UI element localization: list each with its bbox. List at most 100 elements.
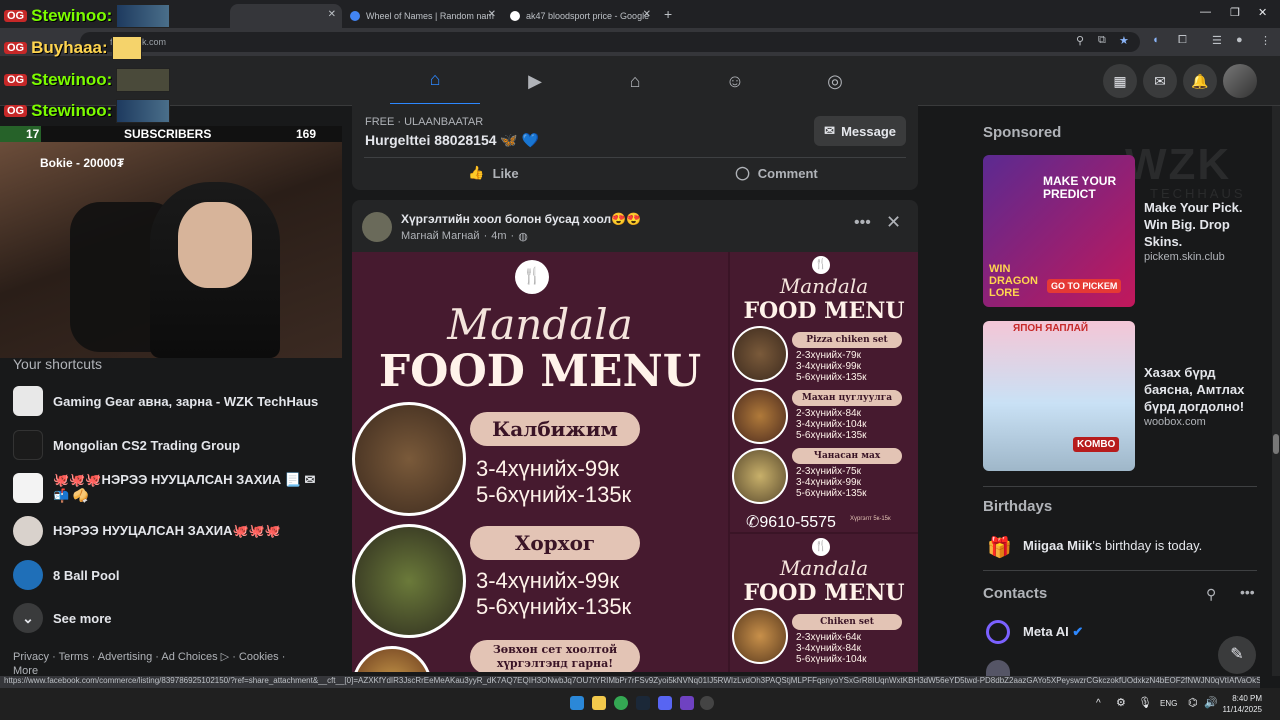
side-price-line: 2-3хүнийх-84к	[796, 408, 861, 419]
side-price-line: 3-4хүнийх-99к	[796, 477, 861, 488]
messenger-icon[interactable]: ✉	[1143, 64, 1177, 98]
like-button[interactable]: 👍 Like	[352, 156, 635, 190]
discord-icon[interactable]	[658, 696, 672, 710]
footer-advertising[interactable]: Advertising	[98, 651, 152, 663]
shortcut-item[interactable]: 8 Ball Pool	[13, 560, 333, 590]
side-price-line: 2-3хүнийх-64к	[796, 632, 861, 643]
gaming-icon[interactable]: ◎	[790, 56, 880, 106]
extensions-puzzle-icon[interactable]: ⧠	[1178, 34, 1187, 47]
more-options-icon[interactable]: •••	[854, 214, 871, 232]
tab-facebook[interactable]: ✕	[230, 4, 342, 28]
footer-privacy[interactable]: Privacy	[13, 651, 49, 663]
post-author[interactable]: Магнай Магнай	[401, 230, 480, 243]
post-time[interactable]: 4m	[491, 230, 506, 243]
tab-label: ak47 bloodsport price - Google	[526, 11, 650, 21]
ad-url[interactable]: woobox.com	[1144, 416, 1206, 428]
app-icon[interactable]	[680, 696, 694, 710]
shortcut-item[interactable]: НЭРЭЭ НУУЦАЛСАН ЗАХИА🐙🐙🐙	[13, 516, 333, 546]
menu-kebab-icon[interactable]: ⋮	[1260, 34, 1271, 47]
minimize-icon[interactable]: —	[1200, 6, 1211, 18]
profile-icon[interactable]: ●	[1236, 34, 1243, 46]
shortcut-item[interactable]: Gaming Gear авна, зарна - WZK TechHaus	[13, 386, 333, 416]
listing-title[interactable]: Hurgelttei 88028154 🦋 💙	[365, 132, 539, 149]
watch-icon[interactable]: ▶	[490, 56, 580, 106]
tab-google-search[interactable]: ak47 bloodsport price - Google ✕	[502, 4, 657, 28]
start-icon[interactable]	[570, 696, 584, 710]
extension-icon[interactable]: ◖	[1152, 34, 1159, 46]
post-title[interactable]: Хүргэлтийн хоол болон бусад хоол😍😍	[401, 212, 641, 226]
zoom-icon[interactable]: ⚲	[1076, 34, 1084, 47]
side-item-prices: 2-3хүнийх-79к 3-4хүнийх-99к 5-6хүнийх-135к	[796, 350, 867, 383]
close-tab-icon[interactable]: ✕	[328, 9, 336, 20]
close-tab-icon[interactable]: ✕	[643, 9, 651, 20]
account-avatar[interactable]	[1223, 64, 1257, 98]
restore-icon[interactable]: ❐	[1230, 6, 1240, 19]
close-tab-icon[interactable]: ✕	[488, 9, 496, 20]
chat-emote-image	[116, 4, 171, 28]
footer-terms[interactable]: Terms	[59, 651, 89, 663]
shortcut-label: Gaming Gear авна, зарна - WZK TechHaus	[53, 393, 319, 409]
language-indicator[interactable]: ENG	[1160, 699, 1177, 708]
chrome-icon[interactable]	[614, 696, 628, 710]
shortcut-label: 8 Ball Pool	[53, 567, 120, 583]
media-icon[interactable]: ☰	[1212, 34, 1222, 47]
search-contacts-icon[interactable]: ⚲	[1206, 586, 1216, 603]
shortcut-item[interactable]: 🐙🐙🐙НЭРЭЭ НУУЦАЛСАН ЗАХИА 📃 ✉ 📬 🥠	[13, 472, 333, 504]
new-message-compose-icon[interactable]: ✎	[1218, 636, 1256, 674]
ad-image-woobox[interactable]: ЯПОН ЯАПЛАЙ KOMBO	[983, 321, 1135, 471]
tray-app-icon[interactable]: ⚙	[1116, 696, 1126, 709]
network-icon[interactable]: ⌬	[1188, 696, 1198, 709]
side-item-name: Махан цуглуулга	[792, 390, 902, 406]
ad-headline[interactable]: Хазах бүрд баясна, Амтлах бүрд догдолно!	[1144, 364, 1264, 415]
shortcut-item[interactable]: Mongolian CS2 Trading Group	[13, 430, 333, 460]
menu-grid-icon[interactable]: ▦	[1103, 64, 1137, 98]
install-icon[interactable]: ⧉	[1098, 34, 1106, 47]
message-button[interactable]: ✉ Message	[814, 116, 906, 146]
shortcut-thumbnail	[13, 386, 43, 416]
kalbijim-photo	[352, 402, 466, 516]
ad-url[interactable]: pickem.skin.club	[1144, 251, 1225, 263]
steam-icon[interactable]	[636, 696, 650, 710]
birthday-text[interactable]: Miigaa Miik's birthday is today.	[1023, 538, 1202, 553]
groups-icon[interactable]: ☺	[690, 56, 780, 106]
home-icon[interactable]: ⌂	[390, 56, 480, 106]
ad-headline[interactable]: Make Your Pick. Win Big. Drop Skins.	[1144, 199, 1264, 250]
google-favicon-icon	[510, 11, 520, 21]
menu-brand: Mandala	[447, 300, 633, 349]
microphone-icon[interactable]: 🎙	[1138, 696, 1152, 709]
contact-avatar[interactable]	[986, 660, 1010, 676]
section-divider	[983, 570, 1257, 571]
obs-icon[interactable]	[700, 696, 714, 710]
shortcut-thumbnail	[13, 473, 43, 503]
badge-tag: OG	[4, 74, 28, 86]
food-menu-image[interactable]: 🍴 Mandala FOOD MENU Калбижим 3-4хүнийх-9…	[352, 252, 918, 672]
scrollbar-thumb[interactable]	[1273, 434, 1279, 454]
file-explorer-icon[interactable]	[592, 696, 606, 710]
page-scrollbar[interactable]	[1272, 106, 1280, 676]
footer-ad-choices[interactable]: Ad Choices	[161, 651, 217, 663]
bookmark-star-icon[interactable]: ★	[1119, 34, 1129, 47]
marketplace-icon[interactable]: ⌂	[590, 56, 680, 106]
tab-wheel-of-names[interactable]: Wheel of Names | Random nam ✕	[342, 4, 502, 28]
ad-image-title: ЯПОН ЯАПЛАЙ	[1013, 323, 1089, 334]
ad-image-skinclub[interactable]: MAKE YOUR PREDICT WIN DRAGON LORE GO TO …	[983, 155, 1135, 307]
see-more-button[interactable]: ⌄ See more	[13, 603, 333, 633]
birthday-name: Miigaa Miik	[1023, 538, 1093, 553]
clock[interactable]: 8:40 PM 11/14/2025	[1222, 693, 1262, 715]
footer-cookies[interactable]: Cookies	[239, 651, 279, 663]
side-price-line: 5-6хүнийх-135к	[796, 372, 867, 383]
notifications-bell-icon[interactable]: 🔔	[1183, 64, 1217, 98]
side-price-line: 5-6хүнийх-104к	[796, 654, 867, 665]
contacts-options-icon[interactable]: •••	[1240, 584, 1255, 600]
volume-icon[interactable]: 🔊	[1204, 696, 1218, 709]
comment-button[interactable]: ◯ Comment	[635, 156, 918, 190]
message-label: Message	[841, 123, 896, 139]
tray-chevron-icon[interactable]: ^	[1096, 698, 1101, 709]
menu-note: Зөвхөн сет хоолтой хүргэлтэнд гарна!	[470, 640, 640, 672]
contact-name[interactable]: Meta AI ✔	[1023, 624, 1083, 640]
author-avatar[interactable]	[362, 212, 392, 242]
new-tab-icon[interactable]: +	[664, 6, 672, 22]
close-window-icon[interactable]: ✕	[1258, 6, 1267, 19]
close-post-icon[interactable]: ✕	[886, 212, 901, 233]
address-bar[interactable]: facebook.com	[80, 32, 1140, 52]
